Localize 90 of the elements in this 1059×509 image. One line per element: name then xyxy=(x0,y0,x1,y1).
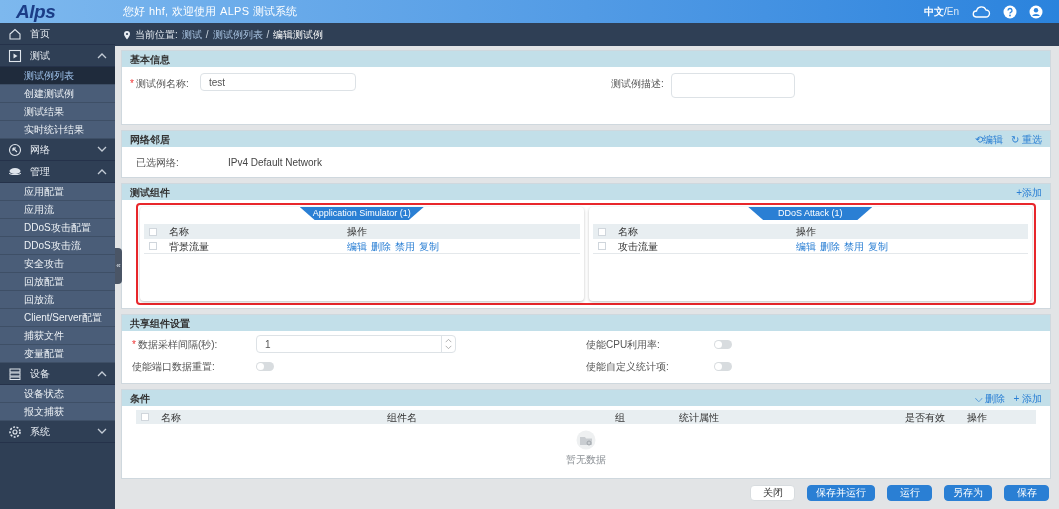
sidebar-subitem[interactable]: 捕获文件 xyxy=(0,327,115,345)
field-label: 使能CPU利用率: xyxy=(586,337,661,352)
action-button[interactable]: 另存为 xyxy=(944,485,992,501)
sidebar-subitem[interactable]: 创建测试例 xyxy=(0,85,115,103)
section-title: 测试组件 xyxy=(130,185,170,200)
compass-icon xyxy=(8,142,22,157)
toggle-switch[interactable] xyxy=(714,339,732,349)
table-cell-text: 背景流量 xyxy=(169,239,210,254)
sidebar-subitem[interactable]: 安全攻击 xyxy=(0,255,115,273)
language-separator: / xyxy=(944,5,947,19)
action-link[interactable]: 禁用 xyxy=(395,238,415,254)
field-label: * 数据采样间隔(秒): xyxy=(132,337,219,352)
column-header: 名称 xyxy=(161,410,182,425)
section-title: 共享组件设置 xyxy=(130,316,190,331)
greeting-text: 您好 hhf, 欢迎使用 ALPS 测试系统 xyxy=(122,4,298,20)
sidebar-subitem[interactable]: 报文捕获 xyxy=(0,403,115,421)
description-input[interactable] xyxy=(671,73,795,98)
name-input[interactable]: test xyxy=(200,73,356,91)
table-cell-text: 攻击流量 xyxy=(617,239,659,254)
sidebar-subitem[interactable]: Client/Server配置 xyxy=(0,309,115,327)
section-title: 基本信息 xyxy=(130,52,170,67)
logo: Alps xyxy=(15,2,57,21)
action-button[interactable]: 保存并运行 xyxy=(807,485,875,501)
home-icon xyxy=(8,26,22,41)
action-button[interactable]: 保存 xyxy=(1004,485,1049,501)
sidebar-subitem[interactable]: 回放配置 xyxy=(0,273,115,291)
sidebar-subitem[interactable]: 测试例列表 xyxy=(0,67,115,85)
action-link[interactable]: 禁用 xyxy=(843,238,864,254)
action-link[interactable]: 编辑 xyxy=(347,238,367,254)
toggle-switch[interactable] xyxy=(714,361,732,371)
breadcrumb-separator: / xyxy=(205,28,209,42)
checkbox[interactable] xyxy=(149,227,157,236)
action-link[interactable]: 删除 xyxy=(819,238,840,254)
play-icon xyxy=(8,48,22,63)
column-header: 统计属性 xyxy=(679,410,720,425)
section-title: 网络邻居 xyxy=(130,132,170,147)
action-link[interactable]: 删除 xyxy=(371,238,391,254)
column-header: 操作 xyxy=(347,225,367,239)
spinner-arrows-icon xyxy=(441,336,455,352)
breadcrumb-label: 当前位置: xyxy=(135,28,178,42)
cloud-icon[interactable] xyxy=(971,4,991,19)
component-tab[interactable]: Application Simulator (1) xyxy=(299,207,424,220)
sidebar-subitem[interactable]: 变量配置 xyxy=(0,345,115,363)
empty-folder-icon xyxy=(575,430,597,450)
sidebar-subitem[interactable]: DDoS攻击配置 xyxy=(0,219,115,237)
column-header: 操作 xyxy=(967,410,987,425)
toggle-switch[interactable] xyxy=(256,361,274,371)
component-tab[interactable]: DDoS Attack (1) xyxy=(748,207,873,220)
sidebar-subitem[interactable]: 应用流 xyxy=(0,201,115,219)
action-link[interactable]: 复制 xyxy=(419,238,439,254)
checkbox[interactable] xyxy=(597,242,606,250)
sidebar-subitem[interactable]: 设备状态 xyxy=(0,385,115,403)
location-pin-icon xyxy=(123,29,131,40)
breadcrumb-link[interactable]: 测试 xyxy=(181,27,202,42)
checkbox[interactable] xyxy=(141,413,149,421)
empty-text: 暂无数据 xyxy=(566,453,606,467)
field-label: * 测试例名称: xyxy=(130,77,190,91)
column-header: 名称 xyxy=(169,225,190,239)
column-header: 组 xyxy=(615,410,626,425)
user-icon[interactable] xyxy=(1029,4,1043,19)
column-header: 操作 xyxy=(795,225,816,239)
column-header: 组件名 xyxy=(387,410,418,425)
network-value: IPv4 Default Network xyxy=(228,155,322,170)
breadcrumb-link[interactable]: 测试例列表 xyxy=(212,27,263,42)
breadcrumb-link[interactable]: 编辑测试例 xyxy=(273,27,324,42)
settings-icon xyxy=(8,424,22,439)
number-input[interactable]: 1 xyxy=(256,335,456,353)
sidebar-subitem[interactable]: 测试结果 xyxy=(0,103,115,121)
checkbox[interactable] xyxy=(149,242,157,250)
checkbox[interactable] xyxy=(597,227,606,236)
field-label: 测试例描述: xyxy=(611,77,665,91)
field-label: 已选网络: xyxy=(136,155,180,170)
breadcrumb-separator: / xyxy=(266,28,270,42)
column-header: 名称 xyxy=(617,225,639,239)
help-icon[interactable] xyxy=(1003,4,1017,19)
sidebar-subitem[interactable]: 实时统计结果 xyxy=(0,121,115,139)
column-header: 是否有效 xyxy=(905,410,946,425)
field-label: 使能自定义统计项: xyxy=(586,359,670,374)
action-link[interactable]: 复制 xyxy=(867,238,888,254)
language-option[interactable]: 中文 xyxy=(924,4,944,19)
action-button[interactable]: 运行 xyxy=(887,485,932,501)
field-label: 使能端口数据重置: xyxy=(132,359,216,374)
action-link[interactable]: 编辑 xyxy=(795,238,816,254)
action-button[interactable]: 关闭 xyxy=(750,485,795,501)
collapse-handle[interactable]: « xyxy=(115,248,122,284)
sidebar-subitem[interactable]: 应用配置 xyxy=(0,183,115,201)
sidebar-subitem[interactable]: 回放流 xyxy=(0,291,115,309)
sidebar-subitem[interactable]: DDoS攻击流 xyxy=(0,237,115,255)
section-title: 条件 xyxy=(130,391,150,406)
server-icon xyxy=(8,366,22,381)
